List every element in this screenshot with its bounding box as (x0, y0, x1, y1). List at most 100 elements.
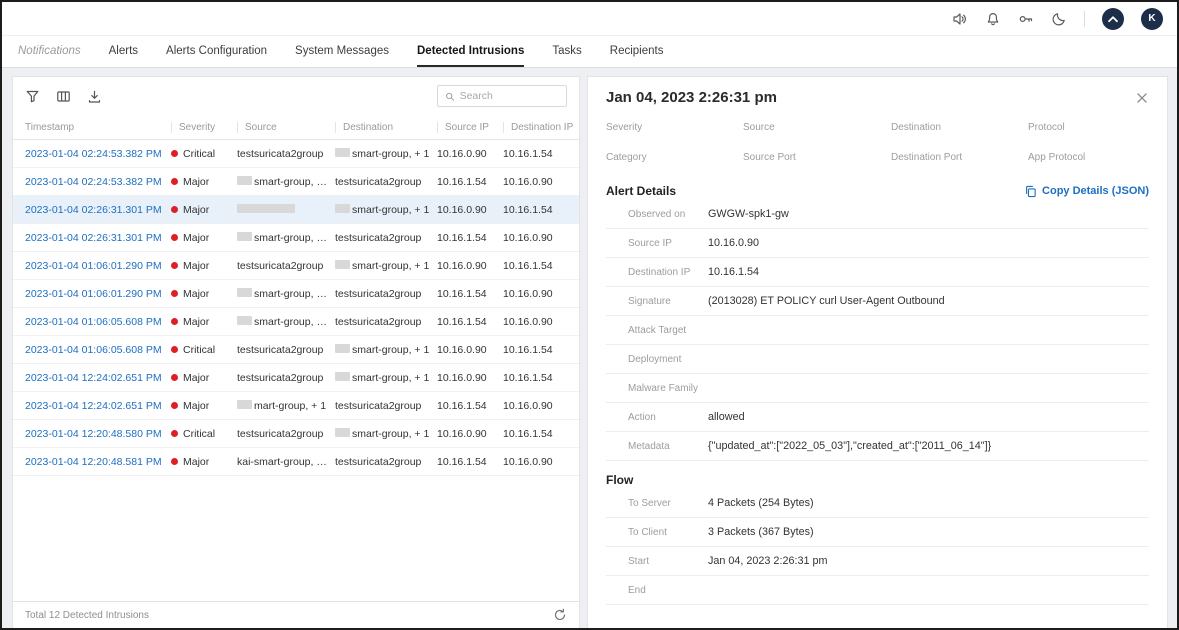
cell-timestamp: 2023-01-04 02:24:53.382 PM (25, 176, 171, 188)
column-header-destination-ip: Destination IP (503, 122, 573, 133)
tab-alerts[interactable]: Alerts (109, 45, 138, 67)
detail-row-label: Metadata (628, 441, 708, 452)
download-icon[interactable] (87, 89, 102, 104)
detail-row-value: Jan 04, 2023 2:26:31 pm (708, 555, 827, 567)
cell-destination-ip: 10.16.1.54 (503, 372, 573, 384)
timestamp-link[interactable]: 2023-01-04 02:26:31.301 PM (25, 204, 162, 216)
tab-detected-intrusions[interactable]: Detected Intrusions (417, 45, 524, 67)
detail-field-source-port: Source Port (743, 152, 891, 168)
table-row[interactable]: 2023-01-04 02:24:53.382 PMCriticaltestsu… (13, 140, 579, 168)
cell-source-ip: 10.16.1.54 (437, 288, 503, 300)
tab-alerts-configuration[interactable]: Alerts Configuration (166, 45, 267, 67)
detail-row-malware-family: Malware Family (606, 374, 1149, 403)
detail-row-value: 3 Packets (367 Bytes) (708, 526, 814, 538)
table-row[interactable]: 2023-01-04 12:24:02.651 PMMajortestsuric… (13, 364, 579, 392)
columns-icon[interactable] (56, 89, 71, 104)
field-label: Destination Port (891, 152, 1028, 163)
detail-row-value: GWGW-spk1-gw (708, 208, 789, 220)
cell-source (237, 204, 335, 216)
severity-dot (171, 150, 178, 157)
timestamp-link[interactable]: 2023-01-04 12:20:48.581 PM (25, 456, 162, 468)
key-icon[interactable] (1018, 11, 1034, 27)
detail-row-label: Source IP (628, 238, 708, 249)
redacted-text (237, 232, 252, 241)
table-row[interactable]: 2023-01-04 01:06:01.290 PMMajortestsuric… (13, 252, 579, 280)
timestamp-link[interactable]: 2023-01-04 01:06:05.608 PM (25, 344, 162, 356)
table-row[interactable]: 2023-01-04 02:26:31.301 PMMajorsmart-gro… (13, 224, 579, 252)
detail-row-start: StartJan 04, 2023 2:26:31 pm (606, 547, 1149, 576)
announcement-icon[interactable] (952, 11, 968, 27)
cell-source-ip: 10.16.1.54 (437, 400, 503, 412)
timestamp-link[interactable]: 2023-01-04 01:06:01.290 PM (25, 260, 162, 272)
cell-destination-ip: 10.16.0.90 (503, 456, 573, 468)
cell-destination: testsuricata2group (335, 316, 437, 328)
copy-details-button[interactable]: Copy Details (JSON) (1024, 185, 1149, 198)
field-label: App Protocol (1028, 152, 1149, 163)
detail-row-label: To Client (628, 527, 708, 538)
user-avatar[interactable]: K (1141, 8, 1163, 30)
detail-field-app-protocol: App Protocol (1028, 152, 1149, 168)
table-row[interactable]: 2023-01-04 12:24:02.651 PMMajormart-grou… (13, 392, 579, 420)
detail-row-label: End (628, 585, 708, 596)
summary-grid: SeveritySourceDestinationProtocolCategor… (606, 122, 1149, 168)
cell-source: testsuricata2group (237, 148, 335, 160)
table-row[interactable]: 2023-01-04 01:06:01.290 PMMajorsmart-gro… (13, 280, 579, 308)
search-icon (445, 91, 455, 102)
cell-source-ip: 10.16.1.54 (437, 456, 503, 468)
cell-destination: smart-group, + 1 (335, 148, 437, 160)
detail-field-severity: Severity (606, 122, 743, 138)
timestamp-link[interactable]: 2023-01-04 01:06:01.290 PM (25, 288, 162, 300)
cell-destination: testsuricata2group (335, 176, 437, 188)
field-label: Source Port (743, 152, 891, 163)
table-row[interactable]: 2023-01-04 02:24:53.382 PMMajorsmart-gro… (13, 168, 579, 196)
detail-row-attack-target: Attack Target (606, 316, 1149, 345)
timestamp-link[interactable]: 2023-01-04 01:06:05.608 PM (25, 316, 162, 328)
detail-field-source: Source (743, 122, 891, 138)
filter-icon[interactable] (25, 89, 40, 104)
timestamp-link[interactable]: 2023-01-04 02:26:31.301 PM (25, 232, 162, 244)
detail-row-value: 10.16.1.54 (708, 266, 759, 278)
cell-destination: smart-group, + 1 (335, 372, 437, 384)
table-row[interactable]: 2023-01-04 01:06:05.608 PMMajorsmart-gro… (13, 308, 579, 336)
redacted-text (335, 344, 350, 353)
timestamp-link[interactable]: 2023-01-04 12:20:48.580 PM (25, 428, 162, 440)
notifications-bell-icon[interactable] (985, 11, 1001, 27)
cell-timestamp: 2023-01-04 01:06:01.290 PM (25, 260, 171, 272)
tab-tasks[interactable]: Tasks (552, 45, 581, 67)
detail-row-label: Signature (628, 296, 708, 307)
cell-destination-ip: 10.16.0.90 (503, 176, 573, 188)
table-row[interactable]: 2023-01-04 12:20:48.581 PMMajorkai-smart… (13, 448, 579, 476)
table-row[interactable]: 2023-01-04 12:20:48.580 PMCriticaltestsu… (13, 420, 579, 448)
timestamp-link[interactable]: 2023-01-04 02:24:53.382 PM (25, 176, 162, 188)
cell-timestamp: 2023-01-04 02:24:53.382 PM (25, 148, 171, 160)
search-input[interactable] (460, 90, 559, 102)
scroll-top-button[interactable] (1102, 8, 1124, 30)
cell-destination-ip: 10.16.0.90 (503, 316, 573, 328)
notifications-section-label: Notifications (18, 45, 81, 67)
table-row[interactable]: 2023-01-04 02:26:31.301 PMMajorsmart-gro… (13, 196, 579, 224)
severity-dot (171, 206, 178, 213)
cell-source: testsuricata2group (237, 428, 335, 440)
cell-destination-ip: 10.16.0.90 (503, 400, 573, 412)
timestamp-link[interactable]: 2023-01-04 12:24:02.651 PM (25, 400, 162, 412)
table-header-row: TimestampSeveritySourceDestinationSource… (13, 115, 579, 140)
tab-system-messages[interactable]: System Messages (295, 45, 389, 67)
timestamp-link[interactable]: 2023-01-04 12:24:02.651 PM (25, 372, 162, 384)
table-row[interactable]: 2023-01-04 01:06:05.608 PMCriticaltestsu… (13, 336, 579, 364)
timestamp-link[interactable]: 2023-01-04 02:24:53.382 PM (25, 148, 162, 160)
cell-timestamp: 2023-01-04 02:26:31.301 PM (25, 232, 171, 244)
column-header-severity: Severity (171, 122, 237, 133)
redacted-text (237, 400, 252, 409)
redacted-text (335, 428, 350, 437)
cell-destination: testsuricata2group (335, 456, 437, 468)
tab-recipients[interactable]: Recipients (610, 45, 664, 67)
cell-severity: Major (171, 288, 237, 300)
dark-mode-moon-icon[interactable] (1051, 11, 1067, 27)
refresh-icon[interactable] (553, 608, 567, 622)
cell-severity: Major (171, 316, 237, 328)
cell-timestamp: 2023-01-04 01:06:05.608 PM (25, 316, 171, 328)
cell-timestamp: 2023-01-04 12:20:48.581 PM (25, 456, 171, 468)
cell-timestamp: 2023-01-04 01:06:01.290 PM (25, 288, 171, 300)
close-icon[interactable] (1135, 91, 1149, 105)
cell-severity: Major (171, 400, 237, 412)
